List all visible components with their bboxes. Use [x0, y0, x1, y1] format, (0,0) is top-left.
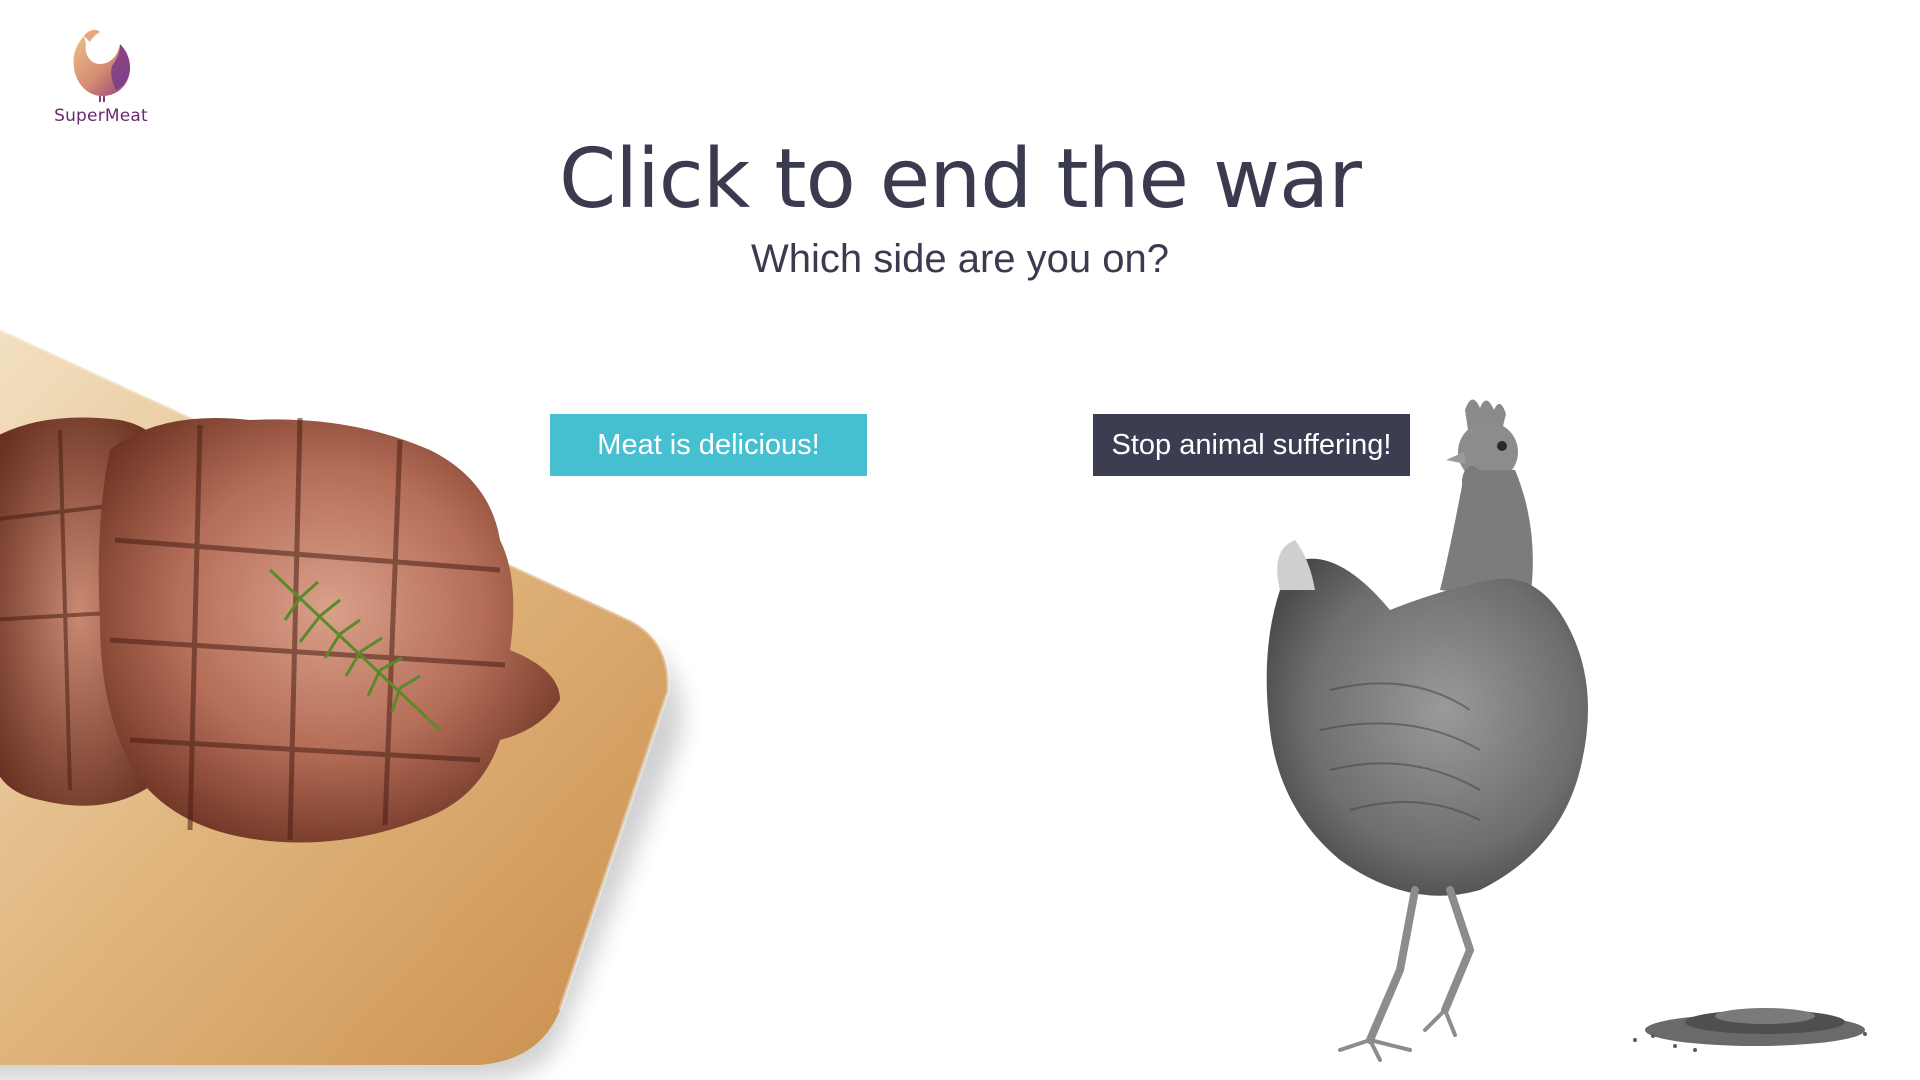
page-subtitle: Which side are you on? — [750, 237, 1169, 281]
page-title: Click to end the war — [558, 132, 1362, 227]
stop-animal-suffering-button[interactable]: Stop animal suffering! — [1093, 414, 1410, 476]
brand-name: SuperMeat — [54, 106, 148, 126]
hen-image — [1266, 399, 1588, 1062]
seeds-image — [1633, 1008, 1867, 1052]
chicken-logo-icon — [73, 29, 130, 102]
supermeat-logo[interactable]: SuperMeat — [50, 24, 152, 134]
meat-is-delicious-button[interactable]: Meat is delicious! — [550, 414, 867, 476]
landing-page: SuperMeat Click to end the war Which sid… — [0, 0, 1920, 1080]
